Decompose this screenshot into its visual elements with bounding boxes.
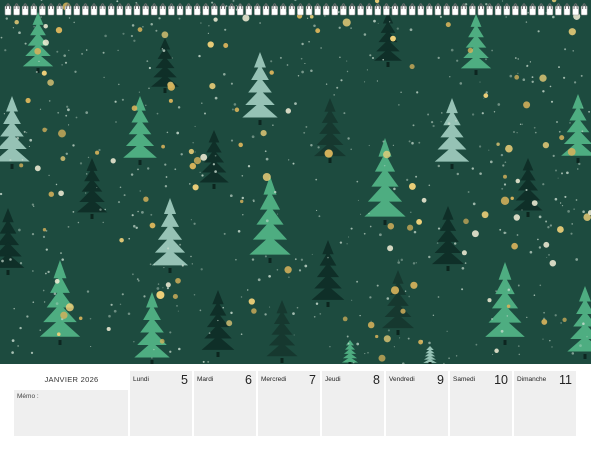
spiral-binding-icon xyxy=(0,0,591,20)
day-number: 10 xyxy=(494,373,508,387)
day-cell-friday[interactable]: Vendredi 9 xyxy=(386,371,448,436)
day-cell-saturday[interactable]: Samedi 10 xyxy=(450,371,512,436)
day-cell-thursday[interactable]: Jeudi 8 xyxy=(322,371,384,436)
day-cell-sunday[interactable]: Dimanche 11 xyxy=(514,371,576,436)
day-name: Dimanche xyxy=(517,376,547,383)
memo-label: Mémo : xyxy=(17,393,39,400)
day-number: 8 xyxy=(373,373,380,387)
day-cell-wednesday[interactable]: Mercredi 7 xyxy=(258,371,320,436)
day-name: Vendredi xyxy=(389,376,415,383)
memo-box[interactable]: Mémo : xyxy=(14,390,128,436)
day-cell-tuesday[interactable]: Mardi 6 xyxy=(194,371,256,436)
day-number: 7 xyxy=(309,373,316,387)
day-number: 11 xyxy=(559,373,572,387)
day-name: Samedi xyxy=(453,376,476,383)
day-number: 9 xyxy=(437,373,444,387)
day-number: 5 xyxy=(181,373,188,387)
day-name: Mardi xyxy=(197,376,214,383)
day-name: Lundi xyxy=(133,376,149,383)
month-title: JANVIER 2026 xyxy=(44,375,99,384)
day-name: Mercredi xyxy=(261,376,287,383)
day-cell-monday[interactable]: Lundi 5 xyxy=(130,371,192,436)
week-planner: JANVIER 2026 Mémo : Lundi 5 Mardi 6 Merc… xyxy=(0,364,591,453)
christmas-tree-artwork xyxy=(0,0,591,364)
day-number: 6 xyxy=(245,373,252,387)
day-name: Jeudi xyxy=(325,376,341,383)
